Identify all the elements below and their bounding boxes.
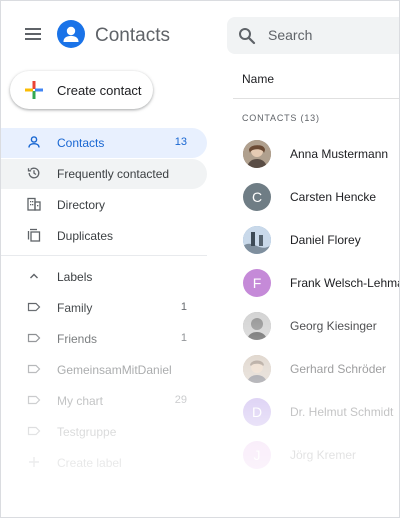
sidebar-label-friends[interactable]: Friends 1	[1, 324, 207, 354]
label-name: Testgruppe	[57, 425, 117, 439]
contact-name: Jörg Kremer	[290, 448, 357, 462]
create-label-text: Create label	[57, 456, 122, 470]
menu-icon[interactable]	[25, 27, 43, 43]
plus-icon	[27, 455, 41, 469]
label-count: 1	[180, 301, 187, 313]
label-name: Friends	[57, 332, 98, 346]
contacts-section-title: CONTACTS (13)	[242, 113, 320, 123]
create-label-button[interactable]: Create label	[1, 448, 207, 478]
name-column-header[interactable]: Name	[242, 72, 274, 86]
label-icon	[27, 424, 41, 438]
label-icon	[27, 362, 41, 376]
sidebar-item-label: Contacts	[57, 136, 105, 150]
label-name: My chart	[57, 394, 104, 408]
label-count: 1	[180, 332, 187, 344]
avatar: F	[243, 269, 271, 297]
create-contact-label: Create contact	[57, 83, 142, 98]
contact-row[interactable]: C Carsten Hencke	[233, 176, 399, 219]
avatar: D	[243, 398, 271, 426]
avatar: C	[243, 183, 271, 211]
contact-name: Carsten Hencke	[290, 190, 377, 204]
sidebar-item-label: Directory	[57, 198, 106, 212]
contact-name: Frank Welsch-Lehmann	[290, 276, 399, 290]
create-contact-button[interactable]: Create contact	[10, 71, 153, 109]
search-input[interactable]: Search	[268, 27, 312, 43]
contact-row[interactable]: D Dr. Helmut Schmidt	[233, 391, 399, 434]
app-title: Contacts	[95, 25, 170, 46]
sidebar-label-gemeinsammitdaniel[interactable]: GemeinsamMitDaniel	[1, 355, 207, 385]
avatar-initial: C	[251, 189, 263, 205]
sidebar-item-directory[interactable]: Directory	[1, 190, 207, 220]
contact-name: Gerhard Schröder	[290, 362, 387, 376]
contact-name: Anna Mustermann	[290, 147, 389, 161]
sidebar-item-duplicates[interactable]: Duplicates	[1, 221, 207, 251]
label-name: Family	[57, 301, 93, 315]
sidebar-item-label: Frequently contacted	[57, 167, 170, 181]
search-box[interactable]: Search	[227, 17, 399, 54]
contact-name: Daniel Florey	[290, 233, 361, 247]
sidebar-label-my-chart[interactable]: My chart 29	[1, 386, 207, 416]
avatar-initial: F	[252, 275, 262, 291]
contact-row[interactable]: Gerhard Schröder	[233, 348, 399, 391]
avatar-initial: D	[251, 404, 263, 420]
label-icon	[27, 300, 41, 314]
plus-icon	[24, 80, 44, 100]
sidebar-item-label: Duplicates	[57, 229, 114, 243]
sidebar-item-frequently-contacted[interactable]: Frequently contacted	[1, 159, 207, 189]
contacts-logo-icon	[57, 20, 85, 48]
sidebar-item-count: 13	[174, 136, 187, 148]
contact-row[interactable]: J Jörg Kremer	[233, 434, 399, 477]
labels-header: Labels	[57, 270, 93, 284]
chevron-up-icon	[27, 269, 41, 283]
sidebar-label-family[interactable]: Family 1	[1, 293, 207, 323]
history-icon	[27, 166, 41, 180]
labels-section-toggle[interactable]: Labels	[1, 262, 207, 292]
header-divider	[233, 98, 399, 99]
avatar	[243, 226, 271, 254]
sidebar-divider	[1, 255, 207, 256]
contact-row[interactable]: F Frank Welsch-Lehmann	[233, 262, 399, 305]
search-icon[interactable]	[238, 27, 256, 45]
contact-row[interactable]: Daniel Florey	[233, 219, 399, 262]
contact-row[interactable]: Georg Kiesinger	[233, 305, 399, 348]
label-name: GemeinsamMitDaniel	[57, 363, 172, 377]
building-icon	[27, 197, 41, 211]
avatar-initial: J	[253, 447, 261, 463]
sidebar-item-contacts[interactable]: Contacts 13	[1, 128, 207, 158]
contacts-app: Contacts Search Create contact Contacts …	[0, 0, 400, 518]
contact-name: Dr. Helmut Schmidt	[290, 405, 394, 419]
person-icon	[27, 135, 41, 149]
contact-name: Georg Kiesinger	[290, 319, 377, 333]
avatar	[243, 312, 271, 340]
copy-icon	[27, 228, 41, 242]
avatar: J	[243, 441, 271, 469]
label-count: 29	[174, 394, 187, 406]
avatar	[243, 140, 271, 168]
label-icon	[27, 393, 41, 407]
contact-row[interactable]: Anna Mustermann	[233, 133, 399, 176]
label-icon	[27, 331, 41, 345]
avatar	[243, 355, 271, 383]
sidebar-label-testgruppe[interactable]: Testgruppe	[1, 417, 207, 447]
